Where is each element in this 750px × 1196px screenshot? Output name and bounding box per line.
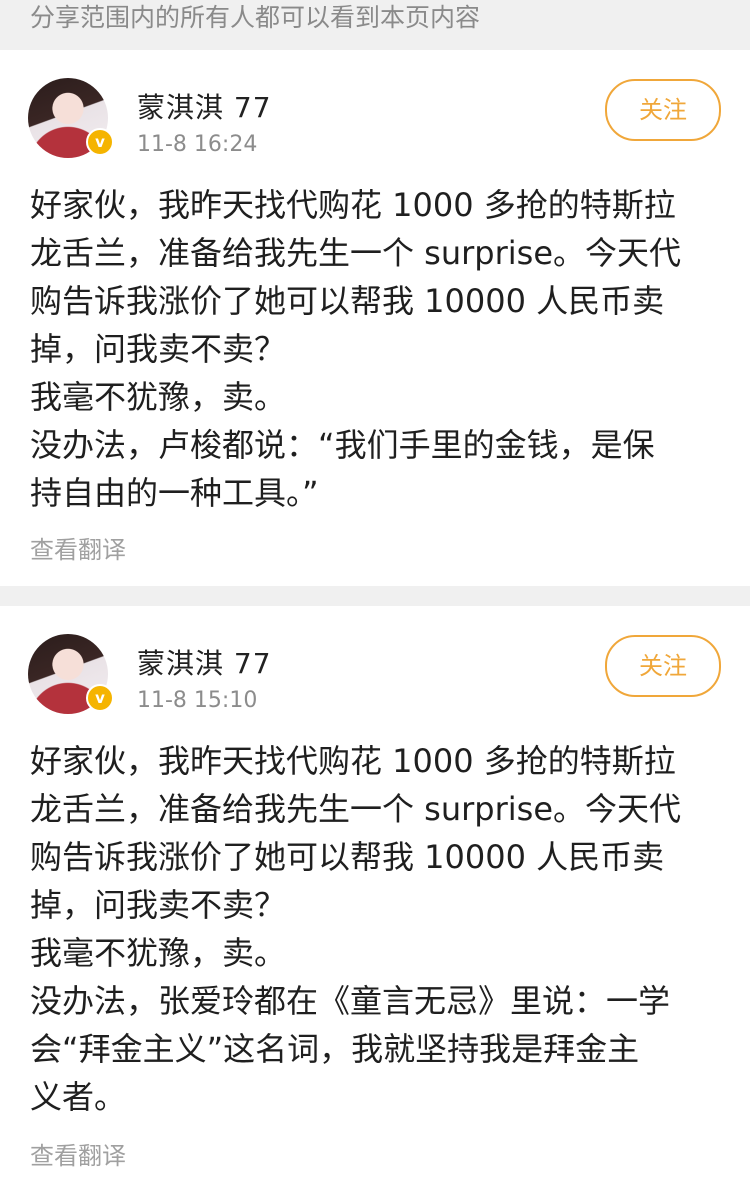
- post-text-line: 我毫不犹豫，卖。: [30, 378, 287, 416]
- avatar[interactable]: v: [28, 78, 114, 158]
- post-text: 好家伙，我昨天找代购花 1000 多抢的特斯拉 龙舌兰，准备给我先生一个 sur…: [30, 181, 720, 517]
- post-timestamp: 11-8 16:24: [137, 132, 258, 157]
- author-name[interactable]: 蒙淇淇 77: [137, 86, 272, 126]
- avatar[interactable]: v: [28, 634, 114, 714]
- post-text-line: 会“拜金主义”这名词，我就坚持我是拜金主: [30, 1030, 640, 1068]
- post-text-line: 义者。: [30, 1078, 127, 1116]
- verified-badge-icon: v: [86, 128, 114, 156]
- post-timestamp: 11-8 15:10: [137, 688, 258, 713]
- view-translation-link[interactable]: 查看翻译: [30, 1136, 126, 1171]
- post-text-line: 没办法，张爱玲都在《童言无忌》里说：一学: [30, 982, 671, 1020]
- post-text-line: 好家伙，我昨天找代购花 1000 多抢的特斯拉: [30, 742, 676, 780]
- verified-badge-icon: v: [86, 684, 114, 712]
- post-text-line: 龙舌兰，准备给我先生一个 surprise。今天代: [30, 234, 682, 272]
- post-card: v 蒙淇淇 77 11-8 16:24 关注 好家伙，我昨天找代购花 1000 …: [0, 50, 750, 586]
- visibility-notice: 分享范围内的所有人都可以看到本页内容: [0, 0, 750, 50]
- post-text-line: 好家伙，我昨天找代购花 1000 多抢的特斯拉: [30, 186, 676, 224]
- post-text-line: 我毫不犹豫，卖。: [30, 934, 287, 972]
- post-text-line: 没办法，卢梭都说：“我们手里的金钱，是保: [30, 426, 655, 464]
- post-text-line: 购告诉我涨价了她可以帮我 10000 人民币卖: [30, 282, 665, 320]
- post-text-line: 龙舌兰，准备给我先生一个 surprise。今天代: [30, 790, 682, 828]
- post-text-line: 掉，问我卖不卖？: [30, 330, 287, 368]
- follow-button[interactable]: 关注: [605, 635, 721, 697]
- post-text-line: 持自由的一种工具。”: [30, 474, 319, 512]
- follow-button[interactable]: 关注: [605, 79, 721, 141]
- author-name[interactable]: 蒙淇淇 77: [137, 642, 272, 682]
- post-text-line: 掉，问我卖不卖？: [30, 886, 287, 924]
- post-text: 好家伙，我昨天找代购花 1000 多抢的特斯拉 龙舌兰，准备给我先生一个 sur…: [30, 737, 720, 1121]
- view-translation-link[interactable]: 查看翻译: [30, 530, 126, 565]
- post-text-line: 购告诉我涨价了她可以帮我 10000 人民币卖: [30, 838, 665, 876]
- post-card: v 蒙淇淇 77 11-8 15:10 关注 好家伙，我昨天找代购花 1000 …: [0, 606, 750, 1196]
